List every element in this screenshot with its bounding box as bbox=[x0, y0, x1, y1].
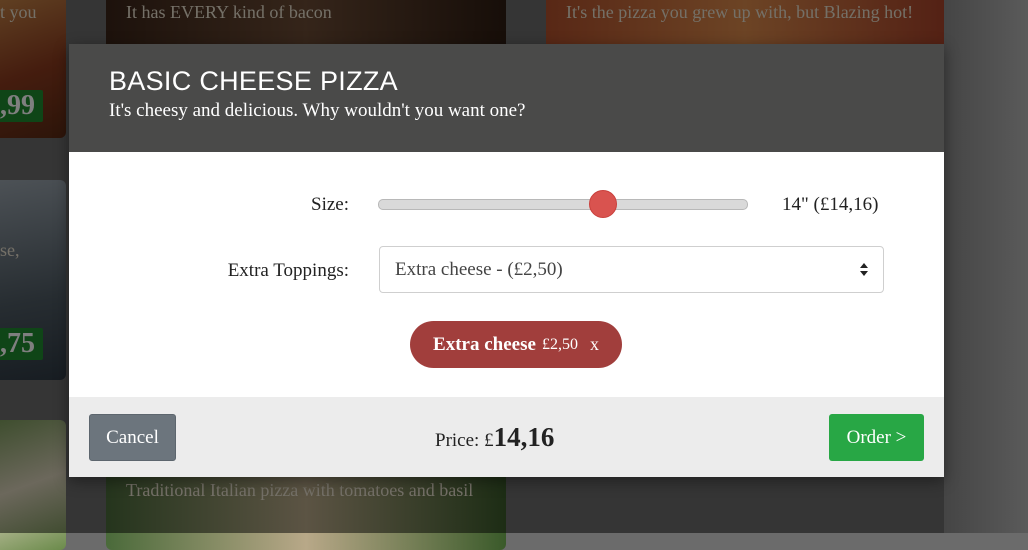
topping-chip-price: £2,50 bbox=[541, 335, 578, 353]
select-arrows-icon bbox=[860, 263, 868, 276]
price-prefix: Price: £ bbox=[435, 430, 494, 451]
extra-toppings-selected-value: Extra cheese - (£2,50) bbox=[395, 259, 563, 280]
cancel-button[interactable]: Cancel bbox=[89, 414, 176, 461]
modal-subtitle: It's cheesy and delicious. Why wouldn't … bbox=[109, 100, 526, 121]
size-label: Size: bbox=[311, 194, 349, 215]
price-display: Price: £14,16 bbox=[435, 422, 554, 453]
order-button[interactable]: Order > bbox=[829, 414, 924, 461]
remove-topping-button[interactable]: x bbox=[590, 334, 599, 355]
topping-chip-name: Extra cheese bbox=[433, 333, 536, 355]
modal-footer: Cancel Price: £14,16 Order > bbox=[69, 397, 944, 477]
extra-toppings-label: Extra Toppings: bbox=[227, 260, 349, 281]
extra-toppings-select[interactable]: Extra cheese - (£2,50) bbox=[379, 246, 884, 293]
size-value: 14" (£14,16) bbox=[782, 194, 879, 215]
pizza-order-modal: BASIC CHEESE PIZZA It's cheesy and delic… bbox=[69, 44, 944, 477]
size-slider-thumb[interactable] bbox=[589, 190, 618, 218]
size-slider-track[interactable] bbox=[378, 199, 748, 210]
modal-header: BASIC CHEESE PIZZA It's cheesy and delic… bbox=[69, 44, 944, 152]
topping-chip-extra-cheese: Extra cheese £2,50 x bbox=[410, 321, 622, 368]
modal-title: BASIC CHEESE PIZZA bbox=[109, 66, 398, 96]
price-value: 14,16 bbox=[493, 422, 555, 452]
